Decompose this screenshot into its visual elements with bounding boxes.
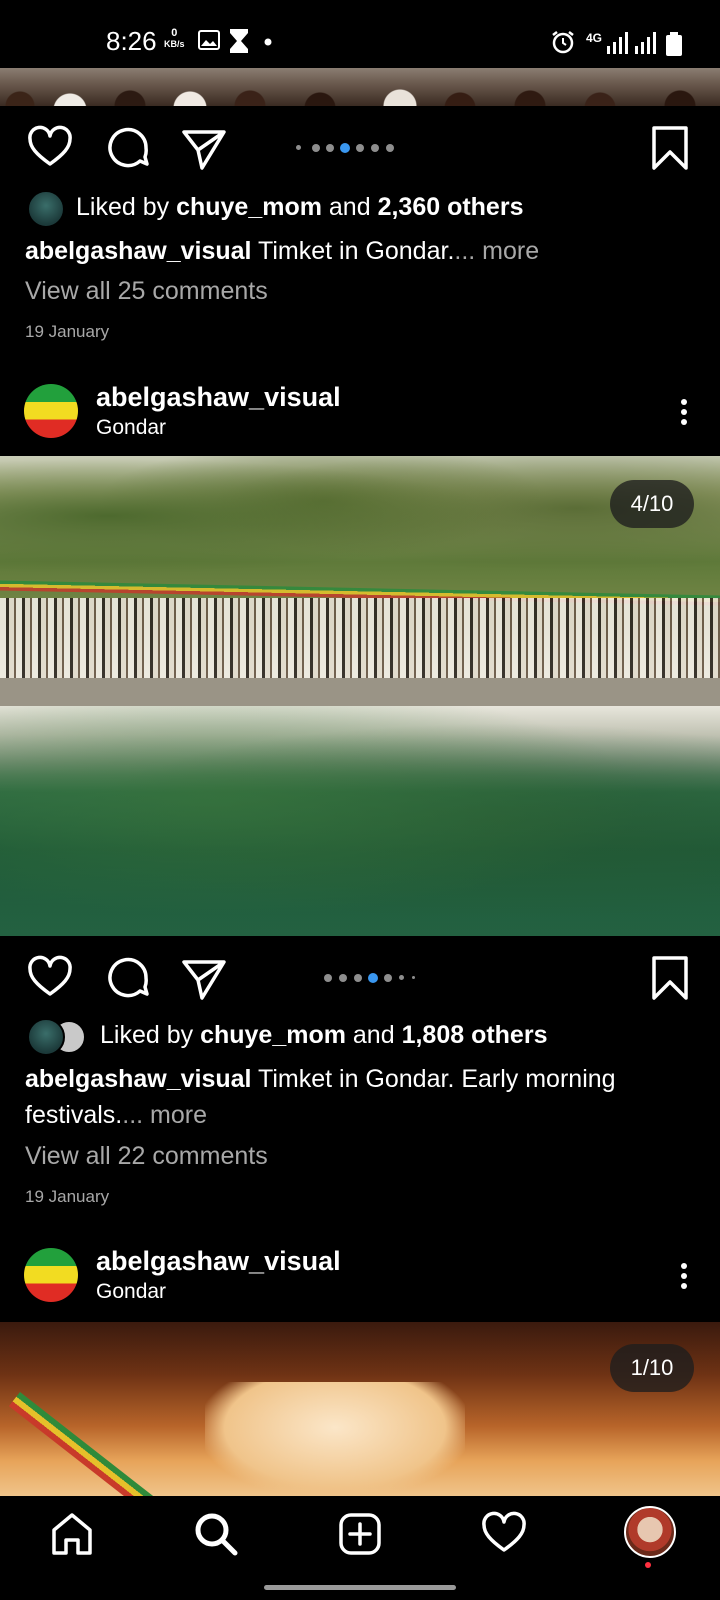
- gallery-icon: [198, 30, 220, 50]
- net-speed-unit: KB/s: [164, 39, 185, 49]
- likes-and: and: [321, 193, 378, 221]
- caption-username[interactable]: abelgashaw_visual: [25, 1065, 252, 1093]
- likes-and: and: [345, 1021, 402, 1049]
- signal-icon: [607, 32, 656, 54]
- carousel-dot: [384, 974, 392, 982]
- post-header: abelgashaw_visual Gondar: [0, 1234, 720, 1316]
- likes-count[interactable]: 1,808 others: [402, 1021, 548, 1049]
- notification-dot-icon: [264, 38, 272, 46]
- liker-username[interactable]: chuye_mom: [200, 1021, 346, 1049]
- comment-icon[interactable]: [104, 954, 152, 1002]
- more-options-icon[interactable]: [680, 398, 688, 426]
- likes-count[interactable]: 2,360 others: [378, 193, 524, 221]
- caption-more-link[interactable]: ... more: [122, 1101, 207, 1129]
- post-location[interactable]: Gondar: [96, 416, 166, 440]
- carousel-dot: [412, 976, 415, 979]
- save-bookmark-icon[interactable]: [646, 954, 694, 1002]
- search-icon[interactable]: [192, 1510, 240, 1558]
- post-actions: [0, 106, 720, 186]
- status-time: 8:26: [106, 26, 157, 56]
- share-icon[interactable]: [180, 124, 228, 172]
- likes-prefix: Liked by: [76, 193, 177, 221]
- post-header: abelgashaw_visual Gondar: [0, 370, 720, 452]
- post-image[interactable]: 4/10: [0, 456, 720, 936]
- net-speed: 0 KB/s: [164, 28, 185, 50]
- home-icon[interactable]: [48, 1510, 96, 1558]
- net-speed-value: 0: [171, 27, 178, 39]
- author-username[interactable]: abelgashaw_visual: [96, 382, 341, 413]
- alarm-icon: [552, 31, 574, 54]
- post-actions: [0, 936, 720, 1016]
- home-indicator[interactable]: [264, 1585, 456, 1590]
- carousel-dot: [354, 974, 362, 982]
- liker-avatar[interactable]: [27, 190, 65, 228]
- battery-icon: [666, 32, 682, 56]
- carousel-dot-active: [340, 143, 350, 153]
- carousel-dot: [356, 144, 364, 152]
- carousel-indicator: [296, 142, 406, 154]
- author-avatar[interactable]: [24, 1248, 78, 1302]
- carousel-dot: [326, 144, 334, 152]
- carousel-dot: [339, 974, 347, 982]
- author-avatar[interactable]: [24, 384, 78, 438]
- view-comments-link[interactable]: View all 22 comments: [25, 1142, 268, 1171]
- carousel-dot-active: [368, 973, 378, 983]
- carousel-dot: [386, 144, 394, 152]
- likes-prefix: Liked by: [100, 1021, 201, 1049]
- likes-summary[interactable]: Liked by chuye_mom and 1,808 others: [100, 1021, 547, 1050]
- author-username[interactable]: abelgashaw_visual: [96, 1246, 341, 1277]
- post-location[interactable]: Gondar: [96, 1280, 166, 1304]
- comment-icon[interactable]: [104, 124, 152, 172]
- carousel-dot: [312, 144, 320, 152]
- create-icon[interactable]: [336, 1510, 384, 1558]
- hourglass-icon: [230, 29, 248, 53]
- like-heart-icon[interactable]: [26, 954, 74, 1002]
- activity-icon[interactable]: [480, 1510, 528, 1558]
- carousel-counter: 4/10: [610, 480, 694, 528]
- status-bar: 8:26 0 KB/s 4G: [0, 0, 720, 68]
- liker-avatar[interactable]: [27, 1018, 65, 1056]
- post-date: 19 January: [25, 322, 110, 341]
- like-heart-icon[interactable]: [26, 124, 74, 172]
- more-options-icon[interactable]: [680, 1262, 688, 1290]
- likes-summary[interactable]: Liked by chuye_mom and 2,360 others: [76, 193, 523, 222]
- caption-username[interactable]: abelgashaw_visual: [25, 237, 252, 265]
- carousel-dot: [371, 144, 379, 152]
- caption-more-link[interactable]: ... more: [454, 237, 539, 265]
- caption-text: Timket in Gondar.: [251, 237, 455, 265]
- view-comments-link[interactable]: View all 25 comments: [25, 277, 268, 306]
- carousel-indicator: [324, 972, 424, 984]
- post-image-previous[interactable]: [0, 68, 720, 106]
- profile-notification-dot: [645, 1562, 651, 1568]
- save-bookmark-icon[interactable]: [646, 124, 694, 172]
- carousel-dot: [296, 145, 301, 150]
- share-icon[interactable]: [180, 954, 228, 1002]
- liker-username[interactable]: chuye_mom: [176, 193, 322, 221]
- network-type: 4G: [586, 31, 603, 45]
- post-caption[interactable]: abelgashaw_visual Timket in Gondar.... m…: [25, 233, 685, 269]
- post-caption[interactable]: abelgashaw_visual Timket in Gondar. Earl…: [25, 1061, 685, 1133]
- carousel-dot: [324, 974, 332, 982]
- carousel-dot: [399, 975, 404, 980]
- post-image[interactable]: 1/10: [0, 1322, 720, 1496]
- profile-avatar[interactable]: [624, 1506, 676, 1558]
- post-date: 19 January: [25, 1187, 110, 1206]
- carousel-counter: 1/10: [610, 1344, 694, 1392]
